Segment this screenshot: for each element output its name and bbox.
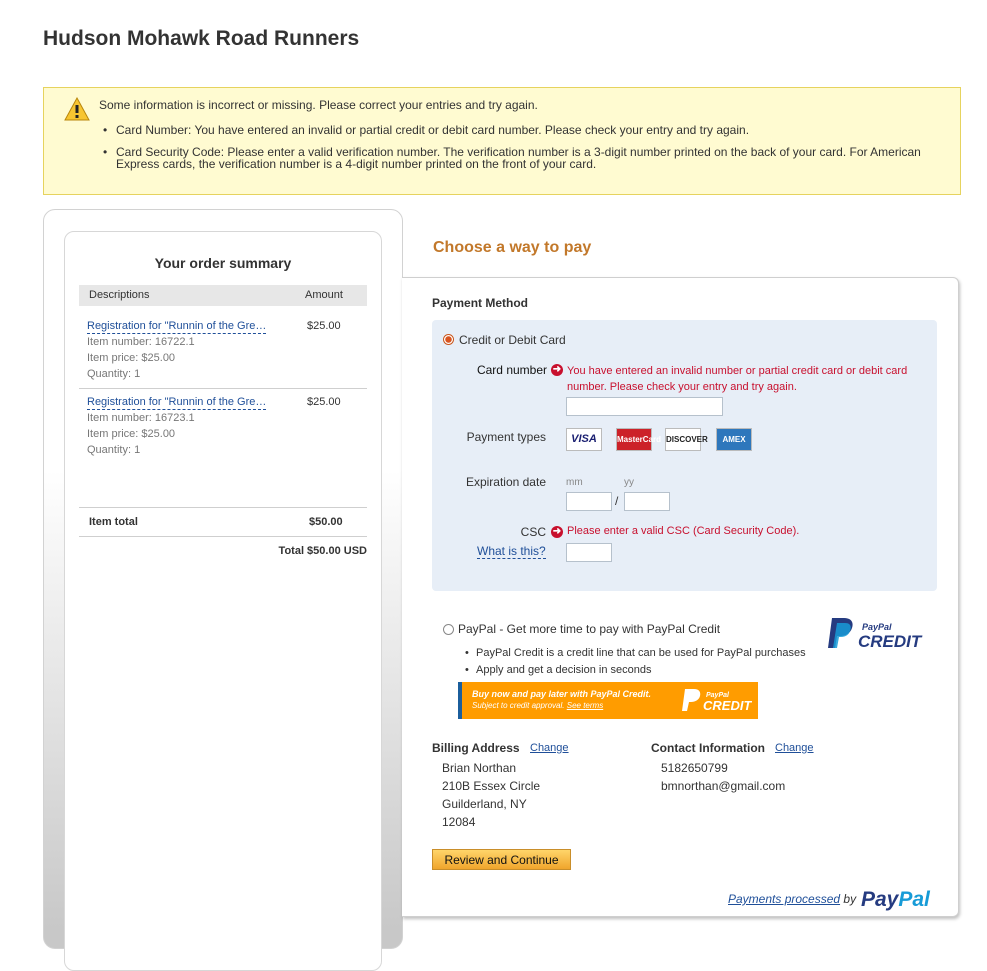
grand-total: Total $50.00 USD [278,545,367,557]
error-item-csc: Card Security Code: Please enter a valid… [103,146,946,170]
error-message: Some information is incorrect or missing… [99,98,538,112]
payments-processed-by: Payments processed by [728,892,856,906]
bullet-item: PayPal Credit is a credit line that can … [465,645,806,662]
csc-label: CSC [520,525,546,539]
date-separator: / [615,494,619,508]
billing-address: Brian Northan 210B Essex Circle Guilderl… [442,759,540,831]
item-total-label: Item total [89,516,138,528]
banner-subline: Subject to credit approval. See terms [472,701,603,710]
payment-types-label: Payment types [466,430,546,444]
contact-phone: 5182650799 [661,761,728,775]
item-number: Item number: 16722.1 [87,336,195,348]
paypal-option-label[interactable]: PayPal - Get more time to pay with PayPa… [458,622,720,636]
contact-information-title: Contact Information [651,741,765,755]
item-amount: $25.00 [307,396,341,408]
card-number-label: Card number [476,363,547,377]
contact-email: bmnorthan@gmail.com [661,779,786,793]
item-price: Item price: $25.00 [87,428,176,440]
review-and-continue-button[interactable]: Review and Continue [432,849,571,870]
banner-logo-big-text: CREDIT [703,698,752,713]
billing-address-title: Billing Address [432,741,520,755]
billing-line: Brian Northan [442,761,517,775]
item-name-link[interactable]: Registration for "Runnin of the Gre… [87,396,267,410]
card-option-label[interactable]: Credit or Debit Card [459,333,566,347]
paypal-credit-logo: PayPal CREDIT [828,618,923,650]
ppc-logo-small-text: PayPal [862,622,892,632]
error-icon: ➜ [551,364,563,376]
item-quantity: Quantity: 1 [87,444,141,456]
error-list: Card Number: You have entered an invalid… [103,124,946,180]
store-title: Hudson Mohawk Road Runners [43,27,360,50]
csc-error: Please enter a valid CSC (Card Security … [567,525,800,537]
error-icon: ➜ [551,526,563,538]
month-hint: mm [566,477,583,488]
total-divider [79,507,367,508]
order-summary-panel: Your order summary Descriptions Amount R… [43,209,403,971]
ppc-logo-big-text: CREDIT [858,632,923,650]
warning-icon [64,97,90,121]
error-banner: Some information is incorrect or missing… [43,87,961,195]
item-price: Item price: $25.00 [87,352,176,364]
processed-by-text: by [843,892,857,906]
item-total-value: $50.00 [309,516,343,528]
choose-way-to-pay-title: Choose a way to pay [433,239,592,256]
csc-input[interactable] [566,543,612,562]
order-summary-title: Your order summary [154,255,292,271]
paypal-credit-bullets: PayPal Credit is a credit line that can … [465,645,806,679]
amex-icon: AMEX [716,428,752,451]
column-header-amount: Amount [305,289,343,301]
what-is-this-link[interactable]: What is this? [477,544,546,559]
see-terms-link[interactable]: See terms [567,701,603,710]
billing-change-link[interactable]: Change [530,742,569,754]
mastercard-icon: MasterCard [616,428,661,451]
card-option-radio[interactable] [443,334,454,345]
item-amount: $25.00 [307,320,341,332]
year-hint: yy [624,477,634,488]
contact-change-link[interactable]: Change [775,742,814,754]
billing-line: 210B Essex Circle [442,779,541,793]
error-item-card-number: Card Number: You have entered an invalid… [103,124,946,136]
grand-total-divider [79,536,367,537]
billing-line: 12084 [442,815,476,829]
item-name-link[interactable]: Registration for "Runnin of the Gre… [87,320,267,334]
column-header-descriptions: Descriptions [89,289,150,301]
card-payment-section: Credit or Debit Card Card number ➜ You h… [432,320,937,591]
paypal-credit-banner[interactable]: Buy now and pay later with PayPal Credit… [458,682,758,719]
expiration-date-label: Expiration date [465,475,546,489]
card-number-input[interactable] [566,397,723,416]
contact-information: 5182650799 bmnorthan@gmail.com [661,759,785,795]
item-divider [79,388,367,389]
payments-processed-link[interactable]: Payments processed [728,892,840,906]
discover-icon: DISCOVER [665,428,708,451]
order-summary-header: Descriptions Amount [79,285,367,306]
item-number: Item number: 16723.1 [87,412,195,424]
banner-subline-text: Subject to credit approval. [472,701,565,710]
bullet-item: Apply and get a decision in seconds [465,662,806,679]
billing-line: Guilderland, NY [442,797,527,811]
paypal-logo-pal: Pal [898,888,930,911]
payment-method-label: Payment Method [432,296,529,310]
paypal-logo-pay: Pay [861,888,899,911]
banner-headline: Buy now and pay later with PayPal Credit… [472,689,652,699]
order-summary-card: Your order summary Descriptions Amount R… [64,231,382,971]
paypal-credit-logo: PayPal CREDIT [682,689,752,713]
item-quantity: Quantity: 1 [87,368,141,380]
paypal-option-radio[interactable] [443,624,454,635]
visa-icon: VISA [566,428,602,451]
expiration-month-input[interactable] [566,492,612,511]
expiration-year-input[interactable] [624,492,670,511]
paypal-logo: PayPal [861,888,930,912]
payment-panel: Payment Method Credit or Debit Card Card… [402,277,959,917]
card-number-error: You have entered an invalid number or pa… [567,365,908,393]
